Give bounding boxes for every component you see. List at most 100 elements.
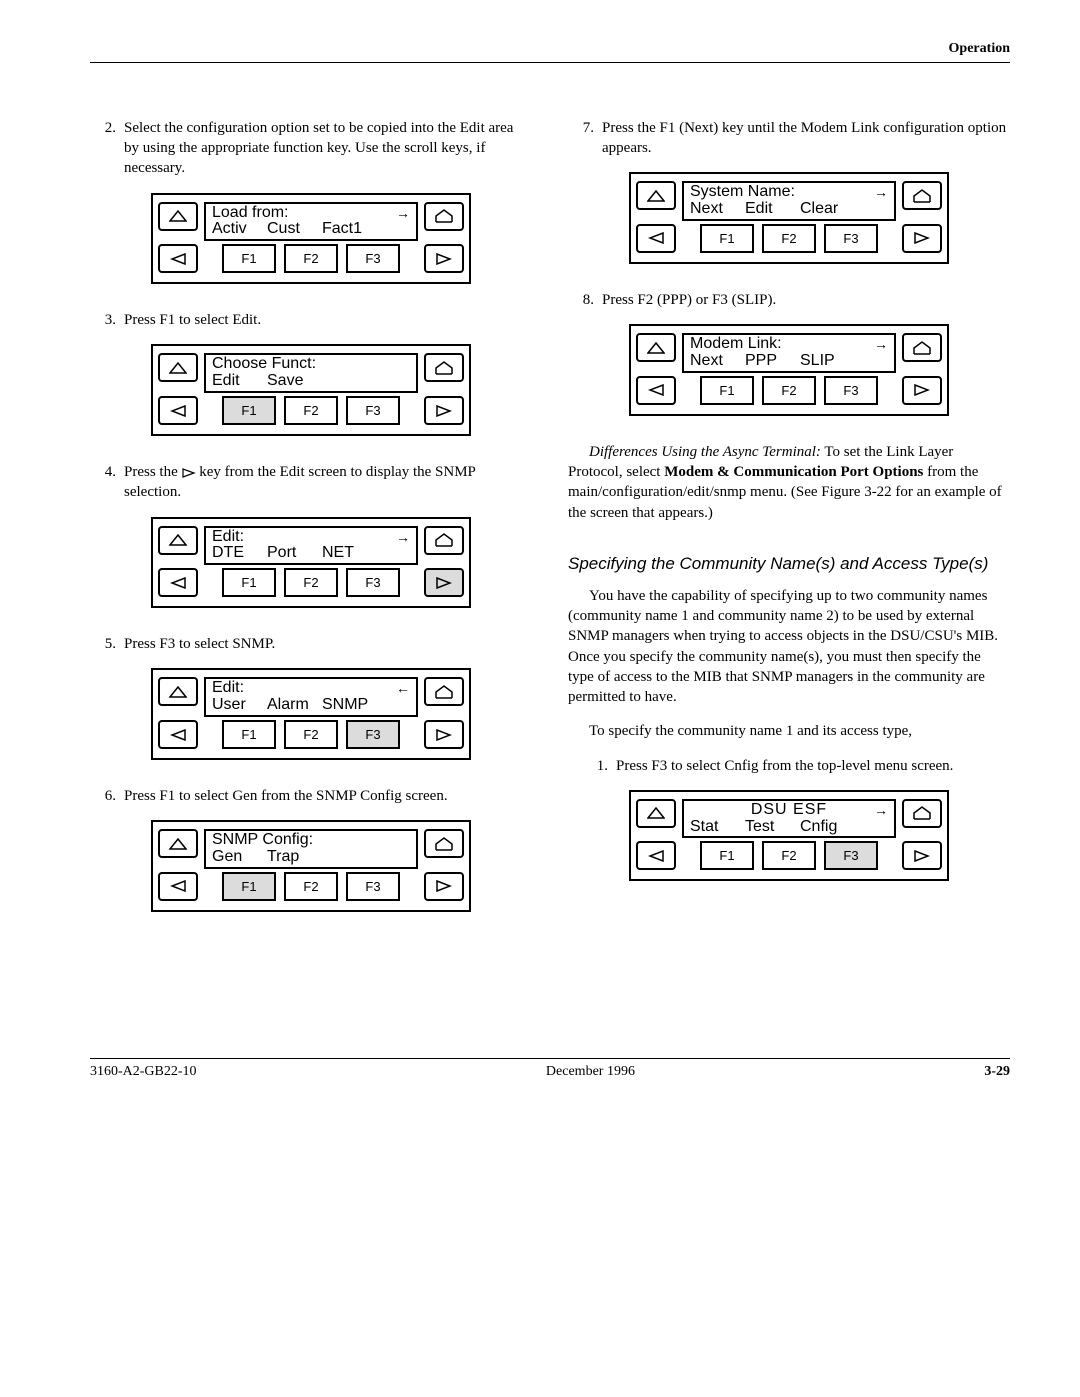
home-button[interactable] bbox=[902, 181, 942, 210]
triangle-right-icon bbox=[436, 880, 452, 892]
up-button[interactable] bbox=[636, 181, 676, 210]
lcd-option: Next bbox=[690, 353, 745, 370]
right-button[interactable] bbox=[424, 720, 464, 749]
triangle-left-icon bbox=[648, 384, 664, 396]
triangle-left-icon bbox=[648, 850, 664, 862]
step-number: 8. bbox=[568, 290, 602, 310]
up-button[interactable] bbox=[158, 677, 198, 706]
lcd-panel-modem-link: Modem Link: → Next PPP SLIP F1 F2 F3 bbox=[629, 324, 949, 416]
home-button[interactable] bbox=[902, 799, 942, 828]
left-button[interactable] bbox=[636, 841, 676, 870]
f3-key[interactable]: F3 bbox=[346, 244, 400, 273]
triangle-left-icon bbox=[170, 577, 186, 589]
step-text: Press F1 to select Edit. bbox=[124, 310, 532, 330]
step-number: 7. bbox=[568, 118, 602, 159]
lcd-option bbox=[322, 373, 377, 390]
f3-key[interactable]: F3 bbox=[824, 224, 878, 253]
triangle-up-icon bbox=[169, 838, 187, 850]
left-button[interactable] bbox=[158, 568, 198, 597]
right-button[interactable] bbox=[424, 396, 464, 425]
f2-key[interactable]: F2 bbox=[284, 244, 338, 273]
right-button[interactable] bbox=[424, 568, 464, 597]
f2-key[interactable]: F2 bbox=[762, 224, 816, 253]
lcd-screen: Load from: → Activ Cust Fact1 bbox=[204, 202, 418, 242]
lcd-screen: Modem Link: → Next PPP SLIP bbox=[682, 333, 896, 373]
f3-key[interactable]: F3 bbox=[346, 720, 400, 749]
diff-em: Differences Using the Async Terminal: bbox=[589, 444, 821, 460]
lcd-title: Load from: bbox=[212, 205, 410, 222]
lcd-option: Trap bbox=[267, 849, 322, 866]
f3-key[interactable]: F3 bbox=[346, 568, 400, 597]
right-button[interactable] bbox=[902, 841, 942, 870]
f2-key[interactable]: F2 bbox=[284, 720, 338, 749]
triangle-left-icon bbox=[648, 232, 664, 244]
lcd-title: DSU ESF bbox=[690, 802, 888, 819]
lcd-option: User bbox=[212, 697, 267, 714]
f1-key[interactable]: F1 bbox=[700, 841, 754, 870]
triangle-right-icon bbox=[914, 850, 930, 862]
right-button[interactable] bbox=[902, 376, 942, 405]
lcd-option: SLIP bbox=[800, 353, 855, 370]
right-button[interactable] bbox=[424, 872, 464, 901]
f2-key[interactable]: F2 bbox=[284, 872, 338, 901]
home-button[interactable] bbox=[424, 829, 464, 858]
f3-key[interactable]: F3 bbox=[346, 872, 400, 901]
triangle-right-icon bbox=[914, 384, 930, 396]
f2-key[interactable]: F2 bbox=[284, 568, 338, 597]
home-icon bbox=[434, 685, 454, 699]
lcd-title: Edit: bbox=[212, 680, 410, 697]
f1-key[interactable]: F1 bbox=[700, 376, 754, 405]
home-button[interactable] bbox=[424, 202, 464, 231]
f3-key[interactable]: F3 bbox=[824, 376, 878, 405]
step-number: 3. bbox=[90, 310, 124, 330]
lcd-screen: Edit: ← User Alarm SNMP bbox=[204, 677, 418, 717]
f1-key[interactable]: F1 bbox=[222, 244, 276, 273]
up-button[interactable] bbox=[158, 353, 198, 382]
home-button[interactable] bbox=[902, 333, 942, 362]
left-button[interactable] bbox=[636, 376, 676, 405]
step-6: 6. Press F1 to select Gen from the SNMP … bbox=[90, 786, 532, 806]
f2-key[interactable]: F2 bbox=[762, 841, 816, 870]
up-button[interactable] bbox=[636, 333, 676, 362]
f3-key[interactable]: F3 bbox=[346, 396, 400, 425]
triangle-left-icon bbox=[170, 253, 186, 265]
triangle-up-icon bbox=[647, 190, 665, 202]
home-button[interactable] bbox=[424, 677, 464, 706]
f1-key[interactable]: F1 bbox=[222, 568, 276, 597]
lcd-panel-edit-dte: Edit: → DTE Port NET F1 F2 F3 bbox=[151, 517, 471, 609]
f3-key[interactable]: F3 bbox=[824, 841, 878, 870]
right-button[interactable] bbox=[424, 244, 464, 273]
left-button[interactable] bbox=[158, 720, 198, 749]
f2-key[interactable]: F2 bbox=[284, 396, 338, 425]
f1-key[interactable]: F1 bbox=[222, 396, 276, 425]
lcd-option: Activ bbox=[212, 221, 267, 238]
home-icon bbox=[434, 209, 454, 223]
f2-key[interactable]: F2 bbox=[762, 376, 816, 405]
f1-key[interactable]: F1 bbox=[222, 720, 276, 749]
arrow-right-icon: → bbox=[874, 337, 888, 352]
right-column: 7. Press the F1 (Next) key until the Mod… bbox=[568, 118, 1010, 938]
up-button[interactable] bbox=[636, 799, 676, 828]
left-button[interactable] bbox=[158, 396, 198, 425]
left-button[interactable] bbox=[158, 244, 198, 273]
home-icon bbox=[434, 361, 454, 375]
body-paragraph-1: You have the capability of specifying up… bbox=[568, 586, 1010, 708]
right-button[interactable] bbox=[902, 224, 942, 253]
home-button[interactable] bbox=[424, 353, 464, 382]
up-button[interactable] bbox=[158, 526, 198, 555]
page-header: Operation bbox=[90, 40, 1010, 63]
up-button[interactable] bbox=[158, 829, 198, 858]
triangle-right-icon bbox=[436, 577, 452, 589]
up-button[interactable] bbox=[158, 202, 198, 231]
lcd-option: Stat bbox=[690, 819, 745, 836]
f1-key[interactable]: F1 bbox=[222, 872, 276, 901]
lcd-panel-load-from: Load from: → Activ Cust Fact1 F1 bbox=[151, 193, 471, 285]
lcd-option: PPP bbox=[745, 353, 800, 370]
lcd-screen: SNMP Config: Gen Trap bbox=[204, 829, 418, 869]
left-button[interactable] bbox=[636, 224, 676, 253]
left-button[interactable] bbox=[158, 872, 198, 901]
f1-key[interactable]: F1 bbox=[700, 224, 754, 253]
home-button[interactable] bbox=[424, 526, 464, 555]
lcd-option: Next bbox=[690, 201, 745, 218]
step-8: 8. Press F2 (PPP) or F3 (SLIP). bbox=[568, 290, 1010, 310]
